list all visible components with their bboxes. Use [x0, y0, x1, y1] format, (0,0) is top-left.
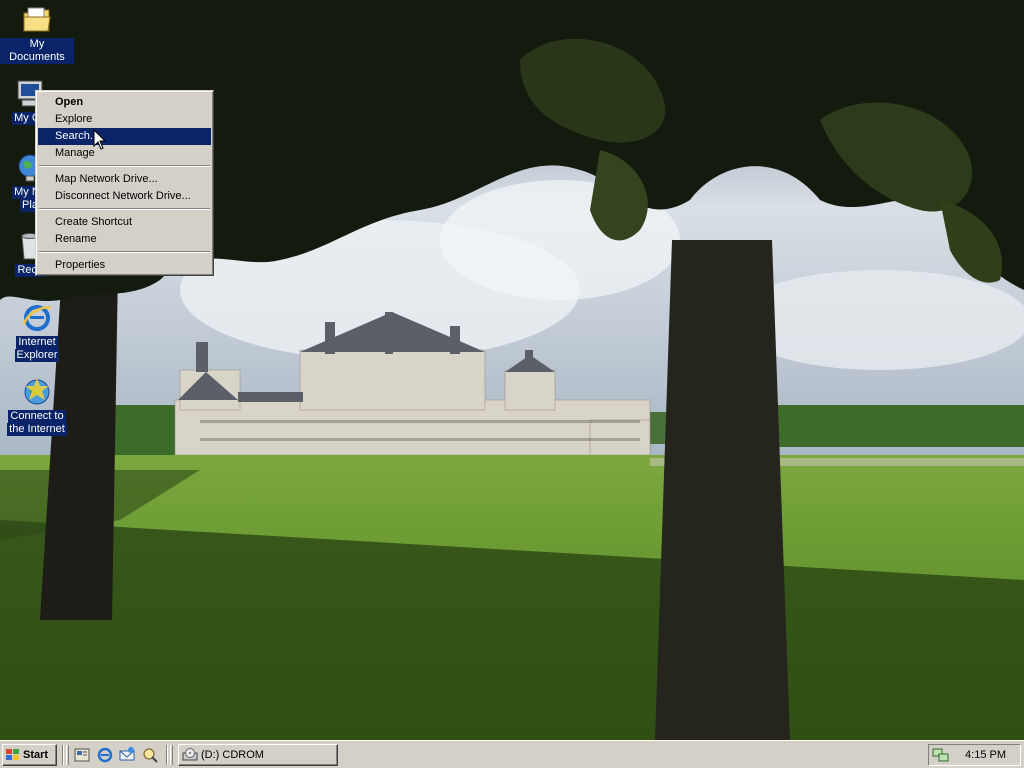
toolbar-grip[interactable]: [170, 745, 173, 765]
taskbar-separator: [62, 745, 64, 765]
internet-explorer-icon[interactable]: [96, 746, 114, 764]
desktop-icon-my-documents[interactable]: My Documents: [0, 4, 74, 64]
connect-internet-icon: [24, 378, 50, 405]
menu-separator: [39, 251, 210, 253]
task-button-label: (D:) CDROM: [201, 749, 264, 761]
show-desktop-icon[interactable]: [73, 746, 91, 764]
cdrom-drive-icon: [182, 748, 198, 761]
desktop-icon-label: Explorer: [14, 349, 60, 362]
desktop-icon-label: My Documents: [0, 38, 74, 64]
menu-item-map-network-drive[interactable]: Map Network Drive...: [38, 171, 211, 188]
menu-item-disconnect-network-drive[interactable]: Disconnect Network Drive...: [38, 188, 211, 205]
folder-documents-icon: [23, 7, 51, 32]
desktop-icon-label: Internet: [16, 336, 58, 349]
menu-item-open[interactable]: Open: [38, 94, 211, 111]
menu-item-create-shortcut[interactable]: Create Shortcut: [38, 214, 211, 231]
desktop-icon-connect-internet[interactable]: Connect to the Internet: [0, 376, 74, 436]
taskbar: Start (D:) CDROM 4:15 PM: [0, 740, 1024, 768]
desktop-icon-label: the Internet: [7, 423, 67, 436]
taskbar-separator: [166, 745, 168, 765]
menu-item-search[interactable]: Search...: [38, 128, 211, 145]
outlook-express-icon[interactable]: [118, 746, 136, 764]
context-menu: Open Explore Search... Manage Map Networ…: [35, 90, 214, 276]
desktop-icon-label: Connect to: [8, 410, 66, 423]
menu-item-rename[interactable]: Rename: [38, 231, 211, 248]
media-player-icon[interactable]: [141, 746, 159, 764]
menu-item-explore[interactable]: Explore: [38, 111, 211, 128]
internet-explorer-icon: [22, 305, 52, 331]
menu-separator: [39, 208, 210, 210]
menu-item-manage[interactable]: Manage: [38, 145, 211, 162]
menu-item-properties[interactable]: Properties: [38, 257, 211, 274]
menu-separator: [39, 165, 210, 167]
desktop-icon-internet-explorer[interactable]: Internet Explorer: [0, 302, 74, 362]
network-status-icon[interactable]: [932, 747, 950, 763]
mouse-cursor-icon: [93, 129, 107, 150]
start-label: Start: [23, 749, 49, 761]
system-tray: 4:15 PM: [928, 744, 1021, 766]
windows-logo-icon: [6, 749, 19, 760]
toolbar-grip[interactable]: [66, 745, 69, 765]
clock[interactable]: 4:15 PM: [965, 749, 1006, 761]
task-button-cdrom[interactable]: (D:) CDROM: [178, 744, 338, 766]
start-button[interactable]: Start: [2, 744, 57, 766]
